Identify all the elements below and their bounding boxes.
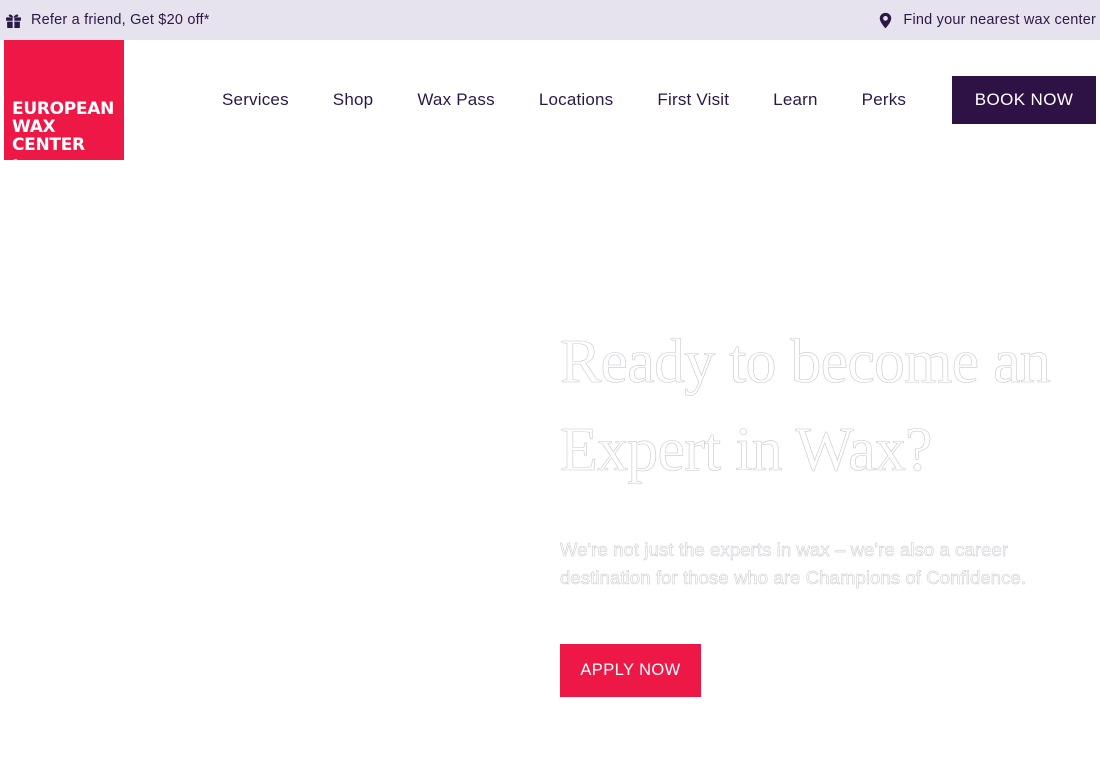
main-navigation: Services Shop Wax Pass Locations First V… <box>200 76 928 124</box>
apply-now-button[interactable]: APPLY NOW <box>560 644 701 697</box>
hero-title-line-1: Ready to become an <box>560 328 1051 397</box>
hero-title: Ready to become an Expert in Wax? <box>560 318 1080 494</box>
registered-mark: ® <box>12 158 19 166</box>
nav-item-perks[interactable]: Perks <box>862 90 906 110</box>
logo-line-2: WAX <box>12 117 56 137</box>
gift-icon <box>5 12 22 29</box>
referral-promo-text: Refer a friend, Get $20 off* <box>31 12 210 28</box>
nav-item-shop[interactable]: Shop <box>333 90 374 110</box>
find-wax-center-link[interactable]: Find your nearest wax center <box>877 0 1096 40</box>
logo-line-1: EUROPEAN <box>12 99 115 119</box>
hero-title-line-2: Expert in Wax? <box>560 416 933 485</box>
nav-item-locations[interactable]: Locations <box>539 90 614 110</box>
book-now-button[interactable]: BOOK NOW <box>952 76 1096 124</box>
logo-line-3: CENTER ® <box>12 136 114 172</box>
top-announcement-bar: Refer a friend, Get $20 off* Find your n… <box>0 0 1100 40</box>
nav-item-wax-pass[interactable]: Wax Pass <box>417 90 495 110</box>
logo-wordmark: EUROPEAN WAX CENTER ® <box>12 100 114 172</box>
hero-description: We're not just the experts in wax – we'r… <box>560 539 1027 589</box>
find-wax-center-text: Find your nearest wax center <box>903 12 1096 28</box>
nav-item-learn[interactable]: Learn <box>773 90 817 110</box>
location-pin-icon <box>877 12 894 29</box>
nav-item-first-visit[interactable]: First Visit <box>657 90 729 110</box>
referral-promo-link[interactable]: Refer a friend, Get $20 off* <box>5 0 210 40</box>
european-wax-center-logo[interactable]: EUROPEAN WAX CENTER ® <box>4 40 124 166</box>
nav-item-services[interactable]: Services <box>222 90 289 110</box>
logo-line-3-text: CENTER <box>12 135 85 155</box>
